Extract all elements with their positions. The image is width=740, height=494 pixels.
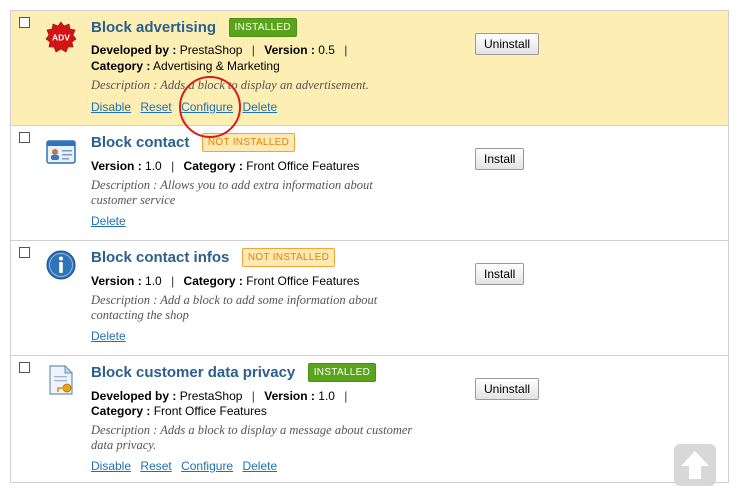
module-actions: Delete xyxy=(91,214,132,228)
version-label: Version : xyxy=(264,389,315,403)
adv-icon: ADV xyxy=(45,21,77,53)
svg-text:ADV: ADV xyxy=(52,33,70,43)
module-category: Category : Advertising & Marketing xyxy=(91,58,280,74)
module-description: Description : Add a block to add some in… xyxy=(91,293,378,322)
category-value: Front Office Features xyxy=(246,274,360,288)
module-meta: Version : 1.0 | Category : Front Office … xyxy=(91,273,359,289)
module-row: Block contact NOT INSTALLED Version : 1.… xyxy=(11,126,728,241)
scroll-to-top-button[interactable] xyxy=(674,444,716,486)
reset-link[interactable]: Reset xyxy=(140,100,171,114)
category-label: Category : xyxy=(183,274,243,288)
delete-link[interactable]: Delete xyxy=(242,459,277,473)
delete-link[interactable]: Delete xyxy=(91,329,126,343)
module-checkbox[interactable] xyxy=(19,247,30,258)
module-description: Description : Adds a block to display an… xyxy=(91,78,369,92)
install-button[interactable]: Install xyxy=(475,148,525,170)
separator: | xyxy=(251,389,255,403)
disable-link[interactable]: Disable xyxy=(91,459,131,473)
install-button[interactable]: Install xyxy=(475,263,525,285)
module-actions: Disable Reset Configure Delete xyxy=(91,100,283,114)
category-label: Category : xyxy=(91,59,151,73)
module-meta: Version : 1.0 | Category : Front Office … xyxy=(91,158,359,174)
module-title: Block advertising xyxy=(91,19,217,36)
module-list: ADV Block advertising INSTALLED Develope… xyxy=(10,10,729,483)
separator: | xyxy=(344,43,348,57)
status-badge: NOT INSTALLED xyxy=(241,248,336,267)
module-row: Block customer data privacy INSTALLED De… xyxy=(11,356,728,482)
version-label: Version : xyxy=(91,159,142,173)
module-actions: Disable Reset Configure Delete xyxy=(91,459,283,473)
module-checkbox[interactable] xyxy=(19,17,30,28)
version-label: Version : xyxy=(264,43,315,57)
status-badge: INSTALLED xyxy=(228,18,297,37)
module-category: Category : Front Office Features xyxy=(91,403,267,419)
version-label: Version : xyxy=(91,274,142,288)
category-label: Category : xyxy=(183,159,243,173)
module-title: Block contact xyxy=(91,134,190,151)
version-value: 1.0 xyxy=(145,159,162,173)
category-label: Category : xyxy=(91,404,151,418)
developer-label: Developed by : xyxy=(91,43,177,57)
status-badge: INSTALLED xyxy=(307,363,377,382)
module-title: Block contact infos xyxy=(91,249,230,266)
module-meta: Developed by : PrestaShop | Version : 1.… xyxy=(91,388,353,404)
module-row: ADV Block advertising INSTALLED Develope… xyxy=(11,11,728,126)
delete-link[interactable]: Delete xyxy=(91,214,126,228)
separator: | xyxy=(171,274,175,288)
developer-value: PrestaShop xyxy=(179,43,243,57)
module-meta: Developed by : PrestaShop | Version : 0.… xyxy=(91,42,353,58)
module-title: Block customer data privacy xyxy=(91,364,296,381)
disable-link[interactable]: Disable xyxy=(91,100,131,114)
uninstall-button[interactable]: Uninstall xyxy=(475,378,540,400)
contact-card-icon xyxy=(46,140,76,164)
separator: | xyxy=(171,159,175,173)
arrow-up-icon xyxy=(681,451,709,479)
module-checkbox[interactable] xyxy=(19,132,30,143)
delete-link[interactable]: Delete xyxy=(242,100,277,114)
status-badge: NOT INSTALLED xyxy=(201,133,296,152)
category-value: Advertising & Marketing xyxy=(153,59,280,73)
module-description: Description : Allows you to add extra in… xyxy=(91,178,373,207)
uninstall-button[interactable]: Uninstall xyxy=(475,33,540,55)
configure-link[interactable]: Configure xyxy=(181,459,233,473)
privacy-doc-key-icon xyxy=(49,364,74,395)
module-description: Description : Adds a block to display a … xyxy=(91,423,413,452)
developer-value: PrestaShop xyxy=(179,389,243,403)
developer-label: Developed by : xyxy=(91,389,177,403)
separator: | xyxy=(251,43,255,57)
module-row: Block contact infos NOT INSTALLED Versio… xyxy=(11,241,728,356)
version-value: 0.5 xyxy=(318,43,335,57)
category-value: Front Office Features xyxy=(153,404,267,418)
info-icon xyxy=(46,250,76,280)
reset-link[interactable]: Reset xyxy=(140,459,171,473)
configure-link[interactable]: Configure xyxy=(181,100,233,114)
category-value: Front Office Features xyxy=(246,159,360,173)
version-value: 1.0 xyxy=(318,389,335,403)
version-value: 1.0 xyxy=(145,274,162,288)
module-checkbox[interactable] xyxy=(19,362,30,373)
separator: | xyxy=(344,389,348,403)
module-actions: Delete xyxy=(91,329,132,343)
